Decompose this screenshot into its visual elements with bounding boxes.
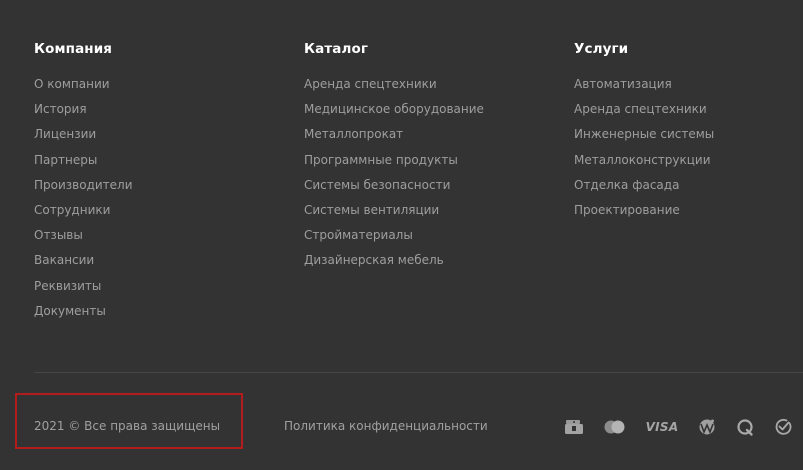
privacy-policy-link[interactable]: Политика конфиденциальности: [284, 418, 488, 434]
footer-link-reviews[interactable]: Отзывы: [34, 228, 83, 242]
footer-link-designer-furniture[interactable]: Дизайнерская мебель: [304, 253, 444, 267]
list-item: Проектирование: [574, 200, 714, 225]
list-item: Сотрудники: [34, 200, 133, 225]
list-item: О компании: [34, 74, 133, 99]
list-item: Лицензии: [34, 124, 133, 149]
footer-link-staff[interactable]: Сотрудники: [34, 203, 110, 217]
list-item: История: [34, 99, 133, 124]
visa-icon: VISA: [645, 416, 679, 438]
footer-link-requisites[interactable]: Реквизиты: [34, 279, 101, 293]
footer-link-engineering-systems[interactable]: Инженерные системы: [574, 127, 714, 141]
footer-link-design[interactable]: Проектирование: [574, 203, 680, 217]
sberbank-card-icon: [562, 416, 586, 438]
list-item: Программные продукты: [304, 150, 484, 175]
list-item: Системы безопасности: [304, 175, 484, 200]
qiwi-icon: [734, 416, 756, 438]
footer-link-partners[interactable]: Партнеры: [34, 153, 97, 167]
footer-link-history[interactable]: История: [34, 102, 87, 116]
column-title-catalog: Каталог: [304, 41, 368, 57]
footer-link-security-systems[interactable]: Системы безопасности: [304, 178, 450, 192]
webmoney-icon: [696, 416, 718, 438]
footer-link-vacancies[interactable]: Вакансии: [34, 253, 94, 267]
list-item: Инженерные системы: [574, 124, 714, 149]
list-item: Вакансии: [34, 250, 133, 275]
list-item: Стройматериалы: [304, 225, 484, 250]
footer-column-services: Услуги Автоматизация Аренда спецтехники …: [574, 39, 714, 225]
company-links: О компании История Лицензии Партнеры Про…: [34, 74, 133, 326]
list-item: Автоматизация: [574, 74, 714, 99]
footer-link-medical-equipment[interactable]: Медицинское оборудование: [304, 102, 484, 116]
footer-link-facade-finishing[interactable]: Отделка фасада: [574, 178, 679, 192]
list-item: Системы вентиляции: [304, 200, 484, 225]
column-title-company: Компания: [34, 41, 113, 57]
mastercard-icon: [602, 416, 628, 438]
footer-column-catalog: Каталог Аренда спецтехники Медицинское о…: [304, 39, 484, 276]
footer-link-metal-products[interactable]: Металлопрокат: [304, 127, 403, 141]
check-icon: [772, 416, 794, 438]
footer-link-manufacturers[interactable]: Производители: [34, 178, 133, 192]
footer-link-automation[interactable]: Автоматизация: [574, 77, 672, 91]
footer-link-building-materials[interactable]: Стройматериалы: [304, 228, 413, 242]
footer-link-software[interactable]: Программные продукты: [304, 153, 458, 167]
catalog-links: Аренда спецтехники Медицинское оборудова…: [304, 74, 484, 276]
list-item: Отделка фасада: [574, 175, 714, 200]
footer-link-documents[interactable]: Документы: [34, 304, 106, 318]
list-item: Отзывы: [34, 225, 133, 250]
footer-link-about[interactable]: О компании: [34, 77, 110, 91]
footer-link-equipment-rental-service[interactable]: Аренда спецтехники: [574, 102, 707, 116]
footer-column-company: Компания О компании История Лицензии Пар…: [34, 39, 133, 326]
footer-link-ventilation[interactable]: Системы вентиляции: [304, 203, 439, 217]
copyright-text: 2021 © Все права защищены: [34, 419, 221, 433]
list-item: Партнеры: [34, 150, 133, 175]
list-item: Медицинское оборудование: [304, 99, 484, 124]
list-item: Аренда спецтехники: [304, 74, 484, 99]
services-links: Автоматизация Аренда спецтехники Инженер…: [574, 74, 714, 225]
list-item: Производители: [34, 175, 133, 200]
footer-link-equipment-rental[interactable]: Аренда спецтехники: [304, 77, 437, 91]
list-item: Аренда спецтехники: [574, 99, 714, 124]
list-item: Металлоконструкции: [574, 150, 714, 175]
list-item: Дизайнерская мебель: [304, 250, 484, 275]
visa-label: VISA: [645, 420, 679, 434]
column-title-services: Услуги: [574, 41, 629, 57]
footer-divider: [34, 372, 803, 373]
list-item: Металлопрокат: [304, 124, 484, 149]
footer-link-licenses[interactable]: Лицензии: [34, 127, 96, 141]
list-item: Документы: [34, 301, 133, 326]
list-item: Реквизиты: [34, 276, 133, 301]
footer-link-metal-structures[interactable]: Металлоконструкции: [574, 153, 711, 167]
